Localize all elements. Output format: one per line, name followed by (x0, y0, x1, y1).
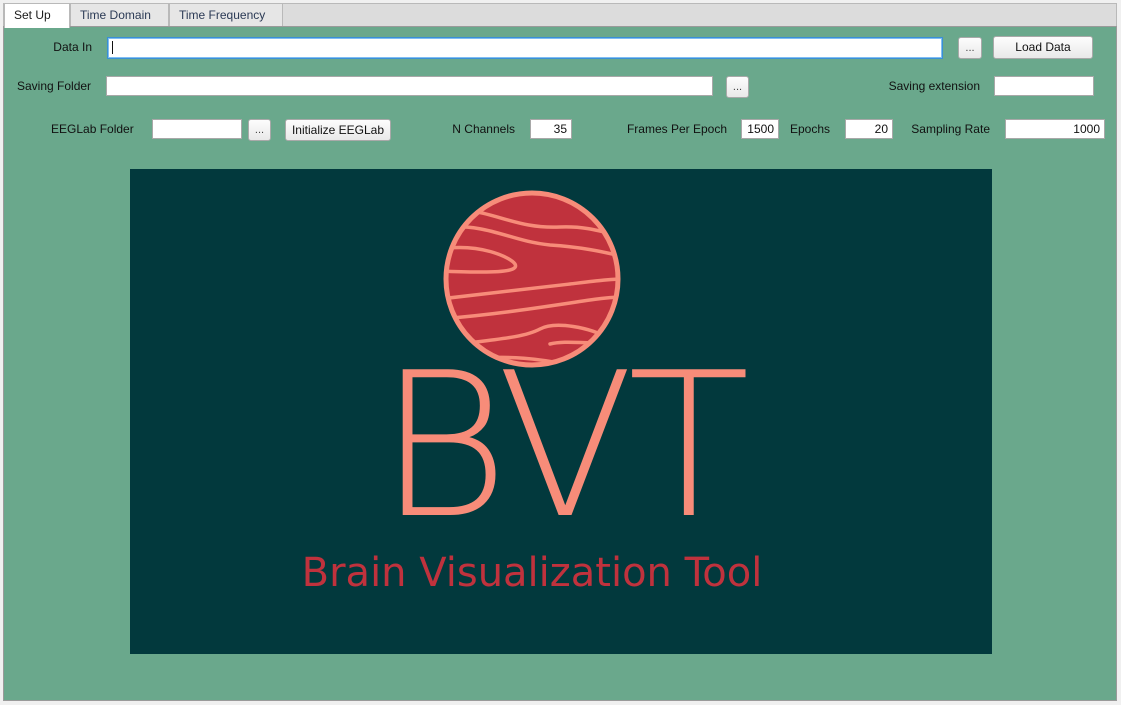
bvt-logo-tagline: Brain Visualization Tool (301, 550, 763, 596)
eeglab-folder-label: EEGLab Folder (51, 122, 134, 136)
frames-per-epoch-input[interactable]: 1500 (741, 119, 779, 139)
sampling-rate-input[interactable]: 1000 (1005, 119, 1105, 139)
tab-time-frequency[interactable]: Time Frequency (169, 3, 283, 27)
epochs-input[interactable]: 20 (845, 119, 893, 139)
tab-bar: Set Up Time Domain Time Frequency (3, 3, 1117, 28)
sampling-rate-label: Sampling Rate (911, 122, 990, 136)
saving-folder-browse-button[interactable]: ... (726, 76, 749, 98)
setup-panel: Data In ... Load Data Saving Folder ... … (3, 26, 1117, 701)
initialize-eeglab-button[interactable]: Initialize EEGLab (285, 119, 391, 141)
eeglab-folder-input[interactable] (152, 119, 242, 139)
data-in-browse-button[interactable]: ... (958, 37, 982, 59)
eeglab-folder-browse-button[interactable]: ... (248, 119, 271, 141)
saving-folder-input[interactable] (106, 76, 713, 96)
frames-per-epoch-label: Frames Per Epoch (626, 122, 727, 136)
text-caret (112, 41, 113, 55)
saving-extension-label: Saving extension (888, 79, 980, 93)
load-data-button[interactable]: Load Data (993, 36, 1093, 59)
data-in-input[interactable] (107, 37, 943, 59)
epochs-label: Epochs (789, 122, 830, 136)
bvt-logo-text: BVT (378, 330, 750, 563)
saving-extension-input[interactable] (994, 76, 1094, 96)
n-channels-input[interactable]: 35 (530, 119, 572, 139)
saving-folder-label: Saving Folder (17, 79, 92, 93)
tab-time-domain[interactable]: Time Domain (70, 3, 169, 27)
bvt-logo: BVT Brain Visualization Tool (130, 169, 992, 654)
tab-set-up[interactable]: Set Up (4, 3, 70, 28)
n-channels-label: N Channels (452, 122, 515, 136)
data-in-label: Data In (53, 40, 92, 54)
